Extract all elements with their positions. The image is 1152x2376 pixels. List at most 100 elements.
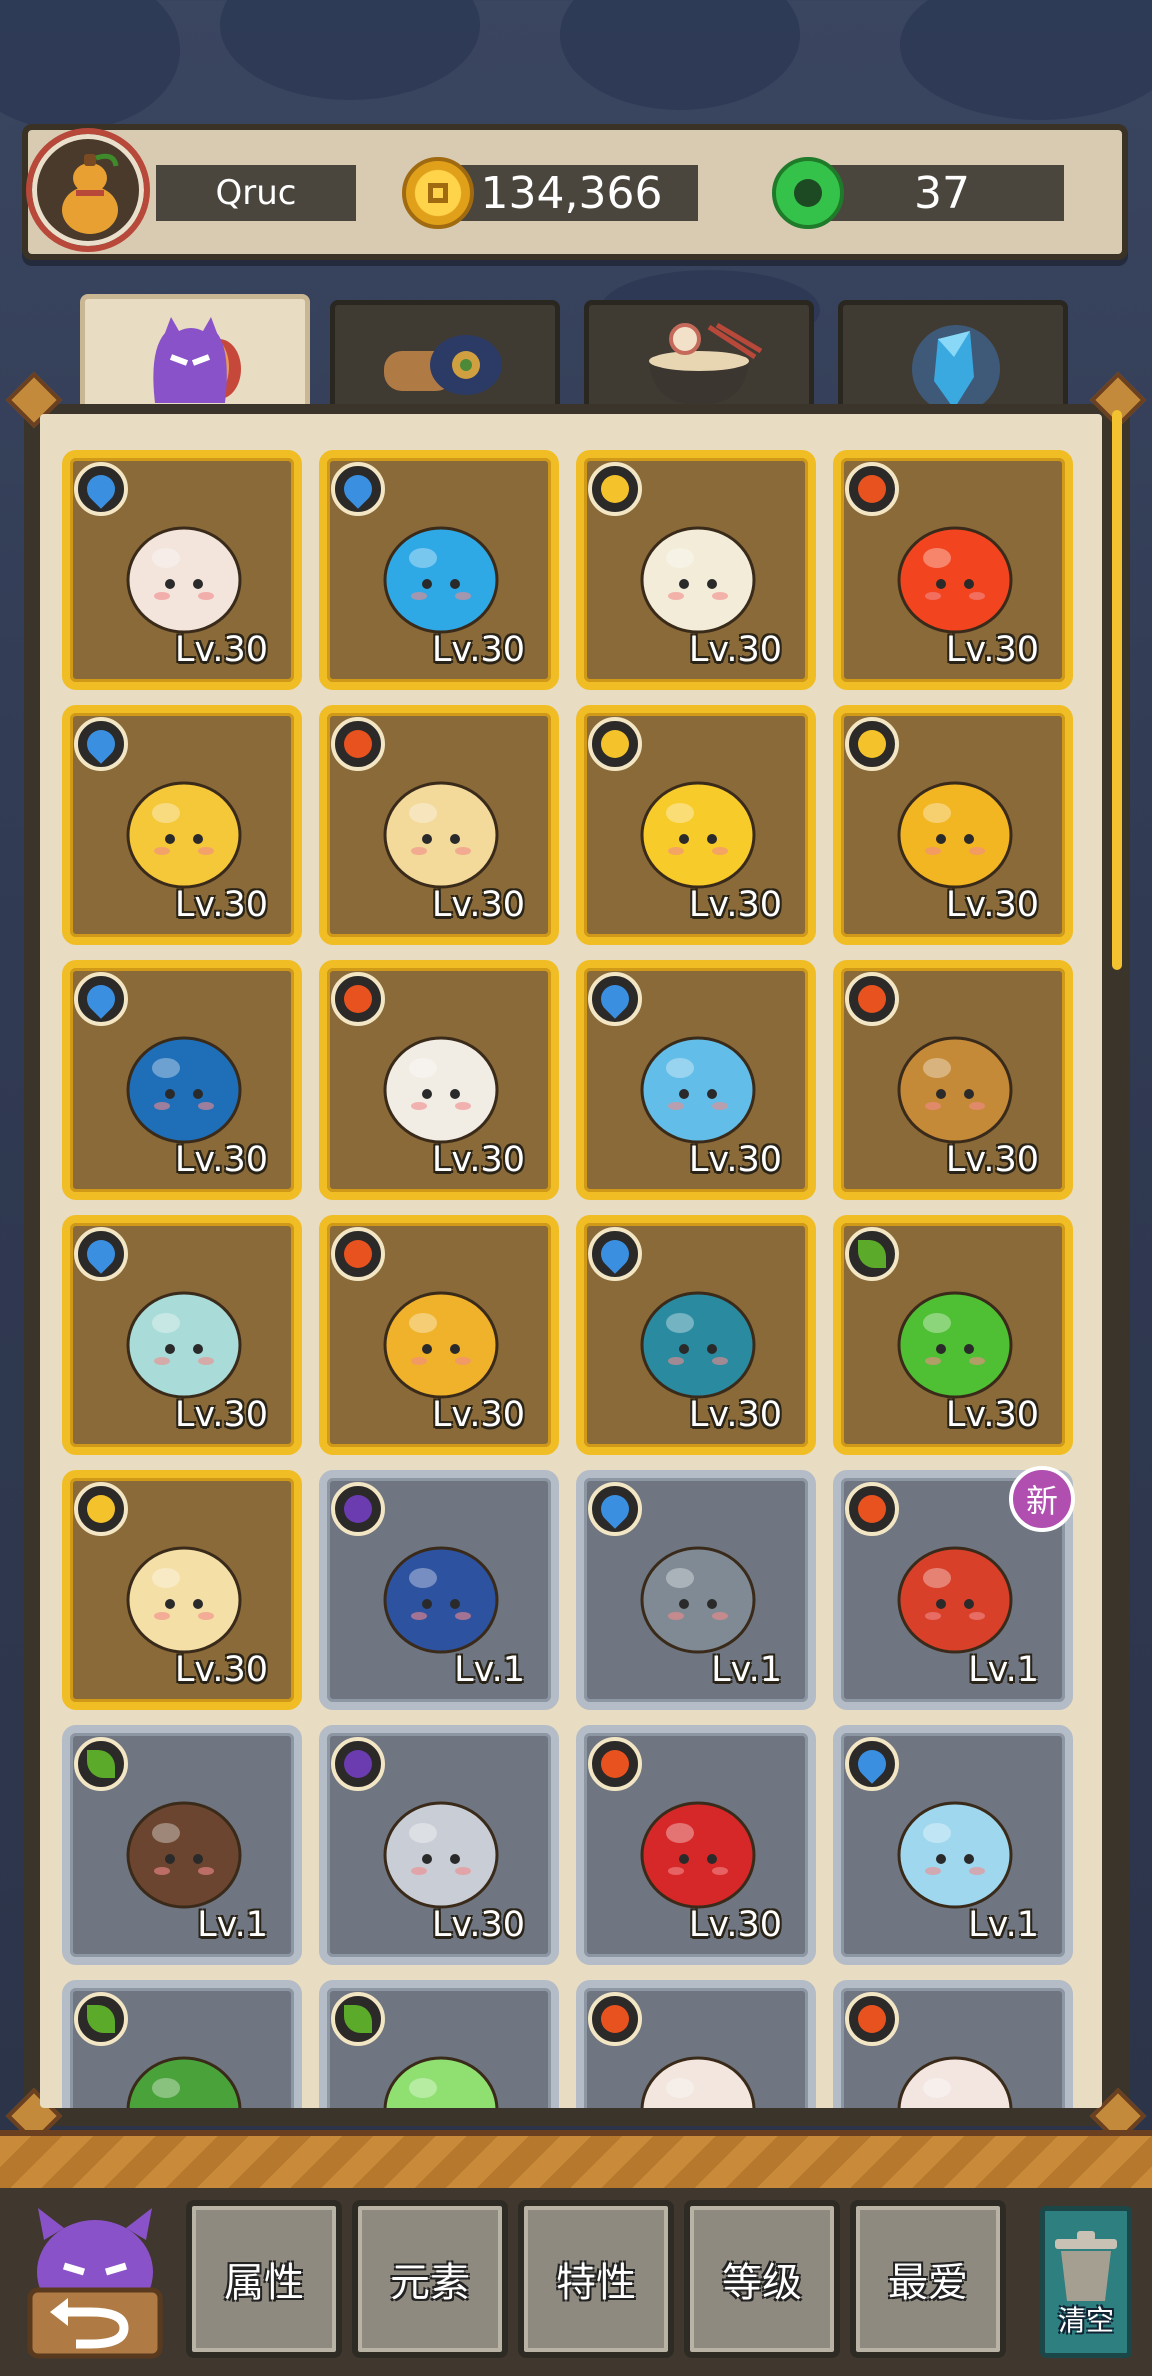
tab-food[interactable]: [584, 300, 814, 418]
element-glyph: [601, 1750, 629, 1778]
monster-card[interactable]: [319, 1980, 559, 2108]
tongue-blob-monster-icon: [383, 1546, 499, 1654]
monster-card[interactable]: Lv.30: [576, 1725, 816, 1965]
level-label: Lv.30: [688, 1140, 782, 1180]
element-glyph: [858, 2005, 886, 2033]
monster-card[interactable]: Lv.30: [319, 1725, 559, 1965]
monster-card[interactable]: Lv.30: [576, 960, 816, 1200]
level-label: Lv.30: [688, 630, 782, 670]
element-glyph: [858, 730, 886, 758]
water-element-icon: [331, 462, 385, 516]
dark-element-icon: [331, 1482, 385, 1536]
water-element-icon: [588, 972, 642, 1026]
element-glyph: [87, 1750, 115, 1778]
element-glyph: [595, 1489, 635, 1529]
candy-coral-monster-icon: [640, 1801, 756, 1909]
filter-element-button[interactable]: 元素: [352, 2200, 508, 2358]
tab-crystals[interactable]: [838, 300, 1068, 418]
bg-leaf: [0, 0, 180, 130]
monster-card[interactable]: Lv.30: [62, 450, 302, 690]
element-glyph: [344, 1495, 372, 1523]
filter-attribute-button[interactable]: 属性: [186, 2200, 342, 2358]
monster-card[interactable]: Lv.30: [62, 705, 302, 945]
monster-card[interactable]: Lv.1: [833, 1725, 1073, 1965]
filter-favorite-button[interactable]: 最爱: [850, 2200, 1006, 2358]
pig-chicken-monster-icon: [126, 526, 242, 634]
element-glyph: [87, 2005, 115, 2033]
monster-card[interactable]: Lv.30: [576, 1215, 816, 1455]
scrollbar[interactable]: [1112, 410, 1122, 970]
monster-card[interactable]: Lv.30: [62, 1215, 302, 1455]
monster-card[interactable]: Lv.1 新: [833, 1466, 1075, 1710]
fire-element-icon: [845, 972, 899, 1026]
level-label: Lv.30: [688, 1395, 782, 1435]
monster-card[interactable]: Lv.30: [62, 960, 302, 1200]
monster-card[interactable]: [833, 1980, 1073, 2108]
level-label: Lv.30: [945, 630, 1039, 670]
hat-monster-icon: [126, 2056, 242, 2108]
level-label: Lv.1: [454, 1650, 525, 1690]
element-glyph: [601, 475, 629, 503]
element-glyph: [344, 985, 372, 1013]
chick-monster-icon: [126, 1546, 242, 1654]
green-gem-icon[interactable]: [772, 157, 844, 229]
purple-monster-icon: [153, 317, 241, 403]
back-button[interactable]: [20, 2200, 170, 2364]
monster-card[interactable]: Lv.30: [319, 960, 559, 1200]
monster-grid-viewport[interactable]: Lv.30 Lv.30 Lv.30 Lv.30 Lv.30 Lv.30 Lv.30 Lv.30…: [40, 414, 1102, 2108]
monster-card[interactable]: Lv.1: [62, 1725, 302, 1965]
monster-card[interactable]: Lv.1: [576, 1470, 816, 1710]
fire-element-icon: [845, 1992, 899, 2046]
element-glyph: [858, 985, 886, 1013]
wood-scroll-icon: [384, 335, 502, 395]
monster-card[interactable]: Lv.30: [833, 705, 1073, 945]
wood-divider: [0, 2130, 1152, 2194]
monster-card[interactable]: [576, 1980, 816, 2108]
level-label: Lv.30: [174, 885, 268, 925]
lantern-monster-icon: [897, 1036, 1013, 1144]
green-slime-monster-icon: [897, 1291, 1013, 1399]
monster-card[interactable]: Lv.30: [833, 450, 1073, 690]
monster-card[interactable]: Lv.30: [62, 1470, 302, 1710]
fire-element-icon: [331, 972, 385, 1026]
bg-leaf: [560, 0, 800, 110]
element-glyph: [344, 2005, 372, 2033]
sun-element-icon: [74, 1482, 128, 1536]
element-glyph: [87, 1495, 115, 1523]
flame-monster-icon: [897, 526, 1013, 634]
monster-card[interactable]: Lv.30: [319, 450, 559, 690]
filter-trait-button[interactable]: 特性: [518, 2200, 674, 2358]
monster-card[interactable]: Lv.30: [576, 450, 816, 690]
monster-card[interactable]: Lv.30: [576, 705, 816, 945]
monster-card[interactable]: Lv.1: [319, 1470, 559, 1710]
bg-leaf: [900, 0, 1152, 120]
monster-card[interactable]: Lv.30: [319, 705, 559, 945]
clear-filter-button[interactable]: 清空: [1040, 2206, 1132, 2358]
water-element-icon: [588, 1227, 642, 1281]
monster-card[interactable]: Lv.30: [833, 960, 1073, 1200]
sun-element-icon: [588, 717, 642, 771]
player-avatar[interactable]: [26, 128, 150, 252]
element-glyph: [858, 475, 886, 503]
blue-star-monster-icon: [383, 526, 499, 634]
new-badge: 新: [1009, 1466, 1075, 1532]
rabbit-ghost-monster-icon: [640, 1291, 756, 1399]
gray-wolf-monster-icon: [640, 1546, 756, 1654]
level-label: Lv.30: [688, 1905, 782, 1945]
filter-level-button[interactable]: 等级: [684, 2200, 840, 2358]
cannon-chick-monster-icon: [126, 781, 242, 889]
monster-card[interactable]: Lv.30: [833, 1215, 1073, 1455]
back-arrow-icon: [27, 2208, 163, 2359]
monster-card[interactable]: Lv.30: [319, 1215, 559, 1455]
monster-card[interactable]: [62, 1980, 302, 2108]
dark-element-icon: [331, 1737, 385, 1791]
sun-element-icon: [845, 717, 899, 771]
level-label: Lv.30: [431, 1140, 525, 1180]
wood-stump-monster-icon: [126, 1801, 242, 1909]
water-element-icon: [588, 1482, 642, 1536]
noodle-bowl-icon: [649, 322, 763, 405]
tab-items[interactable]: [330, 300, 560, 418]
water-element-icon: [74, 972, 128, 1026]
element-glyph: [595, 1234, 635, 1274]
leaf-element-icon: [845, 1227, 899, 1281]
